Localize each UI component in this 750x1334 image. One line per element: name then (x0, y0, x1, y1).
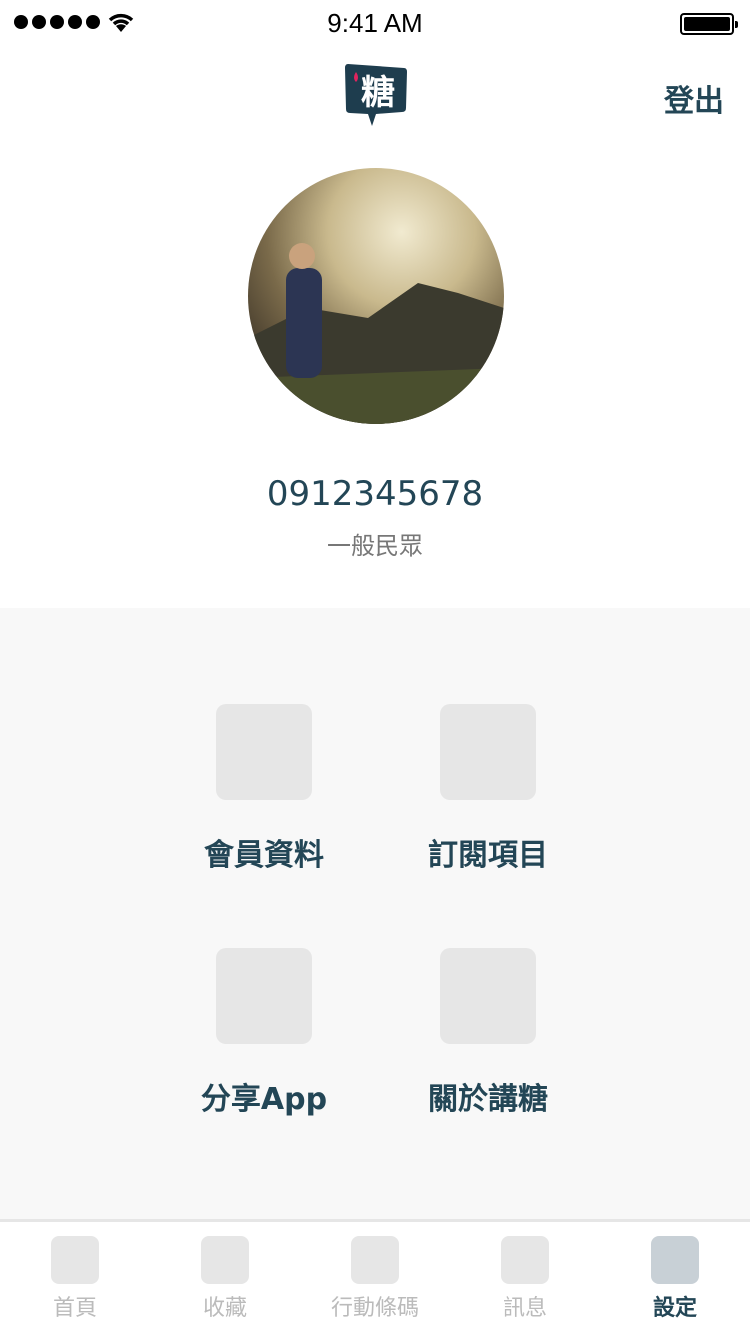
tab-settings[interactable]: 設定 (600, 1236, 750, 1322)
about-icon (440, 948, 536, 1044)
share-icon (216, 948, 312, 1044)
menu-label: 分享App (200, 1082, 328, 1117)
member-profile-icon (216, 704, 312, 800)
subscriptions-icon (440, 704, 536, 800)
settings-icon (651, 1236, 699, 1284)
menu-about[interactable]: 關於講糖 (388, 948, 588, 1118)
home-icon (51, 1236, 99, 1284)
status-time: 9:41 AM (327, 8, 423, 38)
menu-share-app[interactable]: 分享App (164, 948, 364, 1118)
status-bar: 9:41 AM (0, 0, 750, 40)
tab-bar: 首頁 收藏 行動條碼 訊息 設定 (0, 1219, 750, 1334)
svg-text:糖: 糖 (361, 73, 395, 113)
logout-button[interactable]: 登出 (664, 76, 724, 120)
tab-label: 收藏 (202, 1296, 247, 1321)
menu-subscriptions[interactable]: 訂閱項目 (388, 704, 588, 874)
tab-favorites[interactable]: 收藏 (150, 1236, 300, 1322)
menu-member-profile[interactable]: 會員資料 (164, 704, 364, 874)
menu-panel: 會員資料 訂閱項目 分享App 關於講糖 (0, 608, 750, 1220)
menu-label: 會員資料 (204, 838, 324, 873)
menu-label: 訂閱項目 (428, 838, 548, 873)
barcode-icon (351, 1236, 399, 1284)
tab-barcode[interactable]: 行動條碼 (300, 1236, 450, 1322)
avatar[interactable] (248, 168, 504, 424)
tab-home[interactable]: 首頁 (0, 1236, 150, 1322)
tab-label: 首頁 (52, 1296, 97, 1321)
user-phone: 0912345678 (266, 474, 484, 514)
tab-messages[interactable]: 訊息 (450, 1236, 600, 1322)
tab-label: 行動條碼 (330, 1296, 419, 1321)
favorites-icon (201, 1236, 249, 1284)
app-logo: 糖 (345, 64, 407, 126)
battery-icon (680, 13, 738, 35)
messages-icon (501, 1236, 549, 1284)
tab-label: 設定 (652, 1296, 697, 1321)
menu-label: 關於講糖 (428, 1082, 548, 1117)
tab-label: 訊息 (502, 1296, 547, 1321)
user-role: 一般民眾 (327, 532, 423, 560)
